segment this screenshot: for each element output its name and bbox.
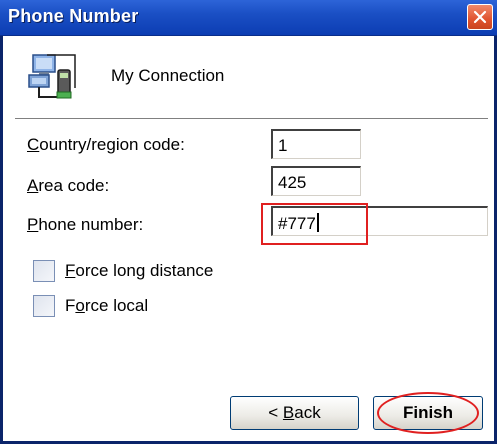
phone-number-label-text: hone number:: [38, 215, 144, 234]
phone-number-dialog: Phone Number My Connection Country/regio…: [0, 0, 497, 444]
back-button[interactable]: < Back: [230, 396, 359, 430]
network-connection-icon: [28, 54, 76, 99]
force-long-distance-mnemonic: F: [65, 261, 76, 280]
phone-number-mnemonic: P: [27, 215, 39, 234]
country-code-field[interactable]: 1: [271, 129, 361, 159]
country-code-mnemonic: C: [27, 135, 40, 154]
force-local-mnemonic: o: [75, 296, 85, 315]
back-arrow: <: [268, 403, 283, 422]
close-button[interactable]: [467, 4, 493, 30]
back-mnemonic: B: [282, 403, 295, 422]
force-long-distance-checkbox[interactable]: [33, 260, 55, 282]
area-code-value: 425: [278, 173, 307, 192]
force-local-label-text: rce local: [84, 296, 149, 315]
force-long-distance-label-text: orce long distance: [75, 261, 214, 280]
connection-name: My Connection: [111, 66, 225, 85]
window-title: Phone Number: [8, 6, 139, 26]
annotation-highlight-ellipse: [377, 392, 479, 434]
annotation-highlight-box: [261, 203, 368, 245]
country-code-label-text: ountry/region code:: [39, 135, 185, 154]
back-label: ack: [294, 403, 321, 422]
area-code-label-text: rea code:: [38, 176, 110, 195]
force-local-label-start: F: [65, 296, 76, 315]
area-code-field[interactable]: 425: [271, 166, 361, 196]
force-long-distance-label[interactable]: Force long distance: [65, 261, 213, 281]
area-code-label: Area code:: [27, 176, 109, 196]
title-bar[interactable]: Phone Number: [0, 0, 497, 36]
phone-number-label: Phone number:: [27, 215, 143, 235]
separator: [15, 118, 488, 120]
country-code-value: 1: [278, 136, 288, 155]
force-local-checkbox[interactable]: [33, 295, 55, 317]
country-code-label: Country/region code:: [27, 135, 185, 155]
close-icon: [473, 10, 487, 24]
area-code-mnemonic: A: [27, 176, 39, 195]
force-local-label[interactable]: Force local: [65, 296, 148, 316]
